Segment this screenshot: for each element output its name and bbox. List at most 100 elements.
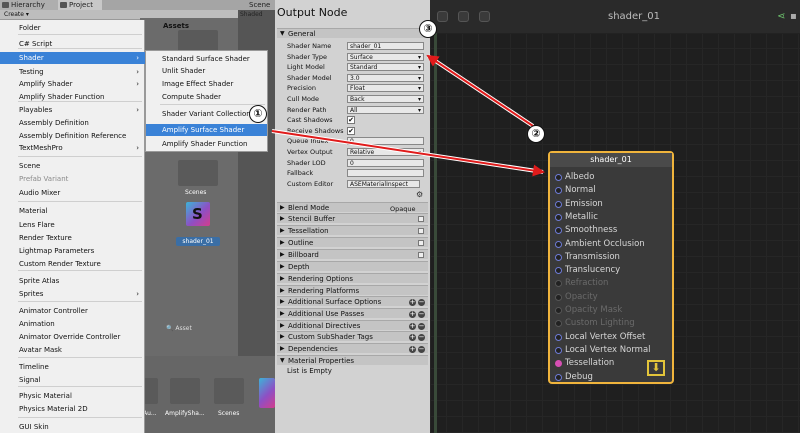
section-dependencies[interactable]: ▶ Dependencies + −: [277, 343, 428, 353]
blend-mode-dropdown[interactable]: Opaque: [390, 205, 415, 213]
node-port-albedo[interactable]: Albedo: [553, 171, 671, 184]
shaded-dropdown[interactable]: Shaded: [240, 11, 263, 18]
section-additional-use-passes[interactable]: ▶ Additional Use Passes + −: [277, 308, 428, 318]
share-icon[interactable]: ⋖: [777, 11, 785, 22]
output-node[interactable]: shader_01 Albedo Normal Emission Metallic Sm…: [548, 151, 674, 384]
menu-item-shader[interactable]: Shader ›: [0, 52, 145, 64]
menu-item-amplify-shader[interactable]: Amplify Shader ›: [0, 78, 145, 90]
menu-item-render-texture[interactable]: Render Texture: [0, 232, 145, 244]
node-port-emission[interactable]: Emission: [553, 198, 671, 211]
section-billboard[interactable]: ▶ Billboard: [277, 249, 428, 259]
menu-item-lens-flare[interactable]: Lens Flare: [0, 219, 145, 231]
menu-item-animator-controller[interactable]: Animator Controller: [0, 305, 145, 317]
node-port-smoothness[interactable]: Smoothness: [553, 224, 671, 237]
prop-checkbox[interactable]: ✔: [347, 116, 355, 125]
submenu-item-unlit-shader[interactable]: Unlit Shader: [146, 65, 267, 77]
node-port-local-vertex-offset[interactable]: Local Vertex Offset: [553, 331, 671, 344]
menu-item-sprite-atlas[interactable]: Sprite Atlas: [0, 275, 145, 287]
section-material-properties[interactable]: ▼ Material Properties: [277, 355, 428, 365]
menu-item-testing[interactable]: Testing ›: [0, 66, 145, 78]
menu-item-physic-material[interactable]: Physic Material: [0, 390, 145, 402]
shader-asset-thumbnail[interactable]: S: [186, 202, 210, 226]
node-port-ambient-occlusion[interactable]: Ambient Occlusion: [553, 238, 671, 251]
toolbar-toggle-button[interactable]: [479, 11, 490, 22]
menu-item-audio-mixer[interactable]: Audio Mixer: [0, 187, 145, 199]
prop-dropdown[interactable]: Standard: [347, 63, 424, 72]
toolbar-toggle-button[interactable]: [458, 11, 469, 22]
menu-item-assembly-definition[interactable]: Assembly Definition: [0, 117, 145, 129]
menu-item-gui-skin[interactable]: GUI Skin: [0, 421, 145, 433]
submenu-item-amplify-shader-function[interactable]: Amplify Shader Function: [146, 138, 267, 150]
tab-hierarchy[interactable]: Hierarchy: [0, 0, 58, 10]
gear-icon[interactable]: ⚙: [416, 190, 423, 199]
plus-icon[interactable]: +: [409, 334, 416, 341]
prop-field[interactable]: [347, 169, 424, 178]
download-icon[interactable]: ⬇: [647, 360, 665, 376]
menu-item-assembly-definition-reference[interactable]: Assembly Definition Reference: [0, 130, 145, 142]
prop-field[interactable]: 0: [347, 158, 424, 167]
submenu-item-compute-shader[interactable]: Compute Shader: [146, 91, 267, 103]
menu-item-folder[interactable]: Folder: [0, 22, 145, 34]
section-toggle[interactable]: [418, 252, 424, 258]
section-toggle[interactable]: [418, 216, 424, 222]
section-additional-directives[interactable]: ▶ Additional Directives + −: [277, 320, 428, 330]
menu-item-textmeshpro[interactable]: TextMeshPro ›: [0, 142, 145, 154]
prop-field[interactable]: ASEMaterialInspect: [347, 179, 420, 188]
section-stencil-buffer[interactable]: ▶ Stencil Buffer: [277, 213, 428, 223]
menu-item-custom-render-texture[interactable]: Custom Render Texture: [0, 258, 145, 270]
tab-scene[interactable]: Scene: [238, 0, 275, 10]
section-tessellation[interactable]: ▶ Tessellation: [277, 225, 428, 235]
section-rendering-platforms[interactable]: ▶ Rendering Platforms: [277, 285, 428, 295]
prop-dropdown[interactable]: Back: [347, 95, 424, 104]
submenu-item-image-effect-shader[interactable]: Image Effect Shader: [146, 78, 267, 90]
section-rendering-options[interactable]: ▶ Rendering Options: [277, 273, 428, 283]
minus-icon[interactable]: −: [418, 299, 425, 306]
node-port-translucency[interactable]: Translucency: [553, 264, 671, 277]
prop-field[interactable]: shader_01: [347, 42, 424, 50]
section-additional-surface-options[interactable]: ▶ Additional Surface Options + −: [277, 296, 428, 306]
submenu-item-standard-surface-shader[interactable]: Standard Surface Shader: [146, 53, 267, 65]
menu-item-sprites[interactable]: Sprites ›: [0, 288, 145, 300]
prop-dropdown[interactable]: 3.0: [347, 73, 424, 83]
section-general[interactable]: ▼ General: [277, 28, 428, 38]
menu-item-lightmap-parameters[interactable]: Lightmap Parameters: [0, 245, 145, 257]
plus-icon[interactable]: +: [409, 299, 416, 306]
menu-item-animator-override-controller[interactable]: Animator Override Controller: [0, 331, 145, 343]
bottom-folder[interactable]: [214, 378, 244, 404]
bottom-shader-thumbnail[interactable]: [259, 378, 275, 408]
tab-project[interactable]: Project: [58, 0, 102, 10]
section-outline[interactable]: ▶ Outline: [277, 237, 428, 247]
node-port-transmission[interactable]: Transmission: [553, 251, 671, 264]
node-port-local-vertex-normal[interactable]: Local Vertex Normal: [553, 344, 671, 357]
minus-icon[interactable]: −: [418, 334, 425, 341]
plus-icon[interactable]: +: [409, 323, 416, 330]
minus-icon[interactable]: −: [418, 323, 425, 330]
scenes-folder[interactable]: [178, 160, 218, 186]
menu-item-signal[interactable]: Signal: [0, 374, 145, 386]
shader-asset-label[interactable]: shader_01: [176, 237, 220, 246]
submenu-item-amplify-surface-shader[interactable]: Amplify Surface Shader: [146, 124, 267, 136]
section-depth[interactable]: ▶ Depth: [277, 261, 428, 271]
section-toggle[interactable]: [418, 240, 424, 246]
create-button[interactable]: Create ▾: [2, 11, 31, 19]
bottom-folder[interactable]: [144, 378, 158, 404]
menu-item-playables[interactable]: Playables ›: [0, 104, 145, 116]
minus-icon[interactable]: −: [418, 311, 425, 318]
prop-dropdown[interactable]: All: [347, 105, 424, 115]
node-port-normal[interactable]: Normal: [553, 184, 671, 197]
section-custom-subshader-tags[interactable]: ▶ Custom SubShader Tags + −: [277, 331, 428, 341]
menu-item-physics-material-2d[interactable]: Physics Material 2D: [0, 403, 145, 415]
prop-dropdown[interactable]: Float: [347, 84, 424, 93]
menu-item-material[interactable]: Material: [0, 205, 145, 217]
section-toggle[interactable]: [418, 228, 424, 234]
plus-icon[interactable]: +: [409, 311, 416, 318]
minus-icon[interactable]: −: [418, 346, 425, 353]
bottom-folder[interactable]: [170, 378, 200, 404]
menu-item-scene[interactable]: Scene: [0, 160, 145, 172]
toolbar-toggle-button[interactable]: [437, 11, 448, 22]
plus-icon[interactable]: +: [409, 346, 416, 353]
menu-item-timeline[interactable]: Timeline: [0, 361, 145, 373]
menu-item-avatar-mask[interactable]: Avatar Mask: [0, 344, 145, 356]
prop-field[interactable]: 0: [347, 137, 424, 146]
menu-item-animation[interactable]: Animation: [0, 318, 145, 330]
